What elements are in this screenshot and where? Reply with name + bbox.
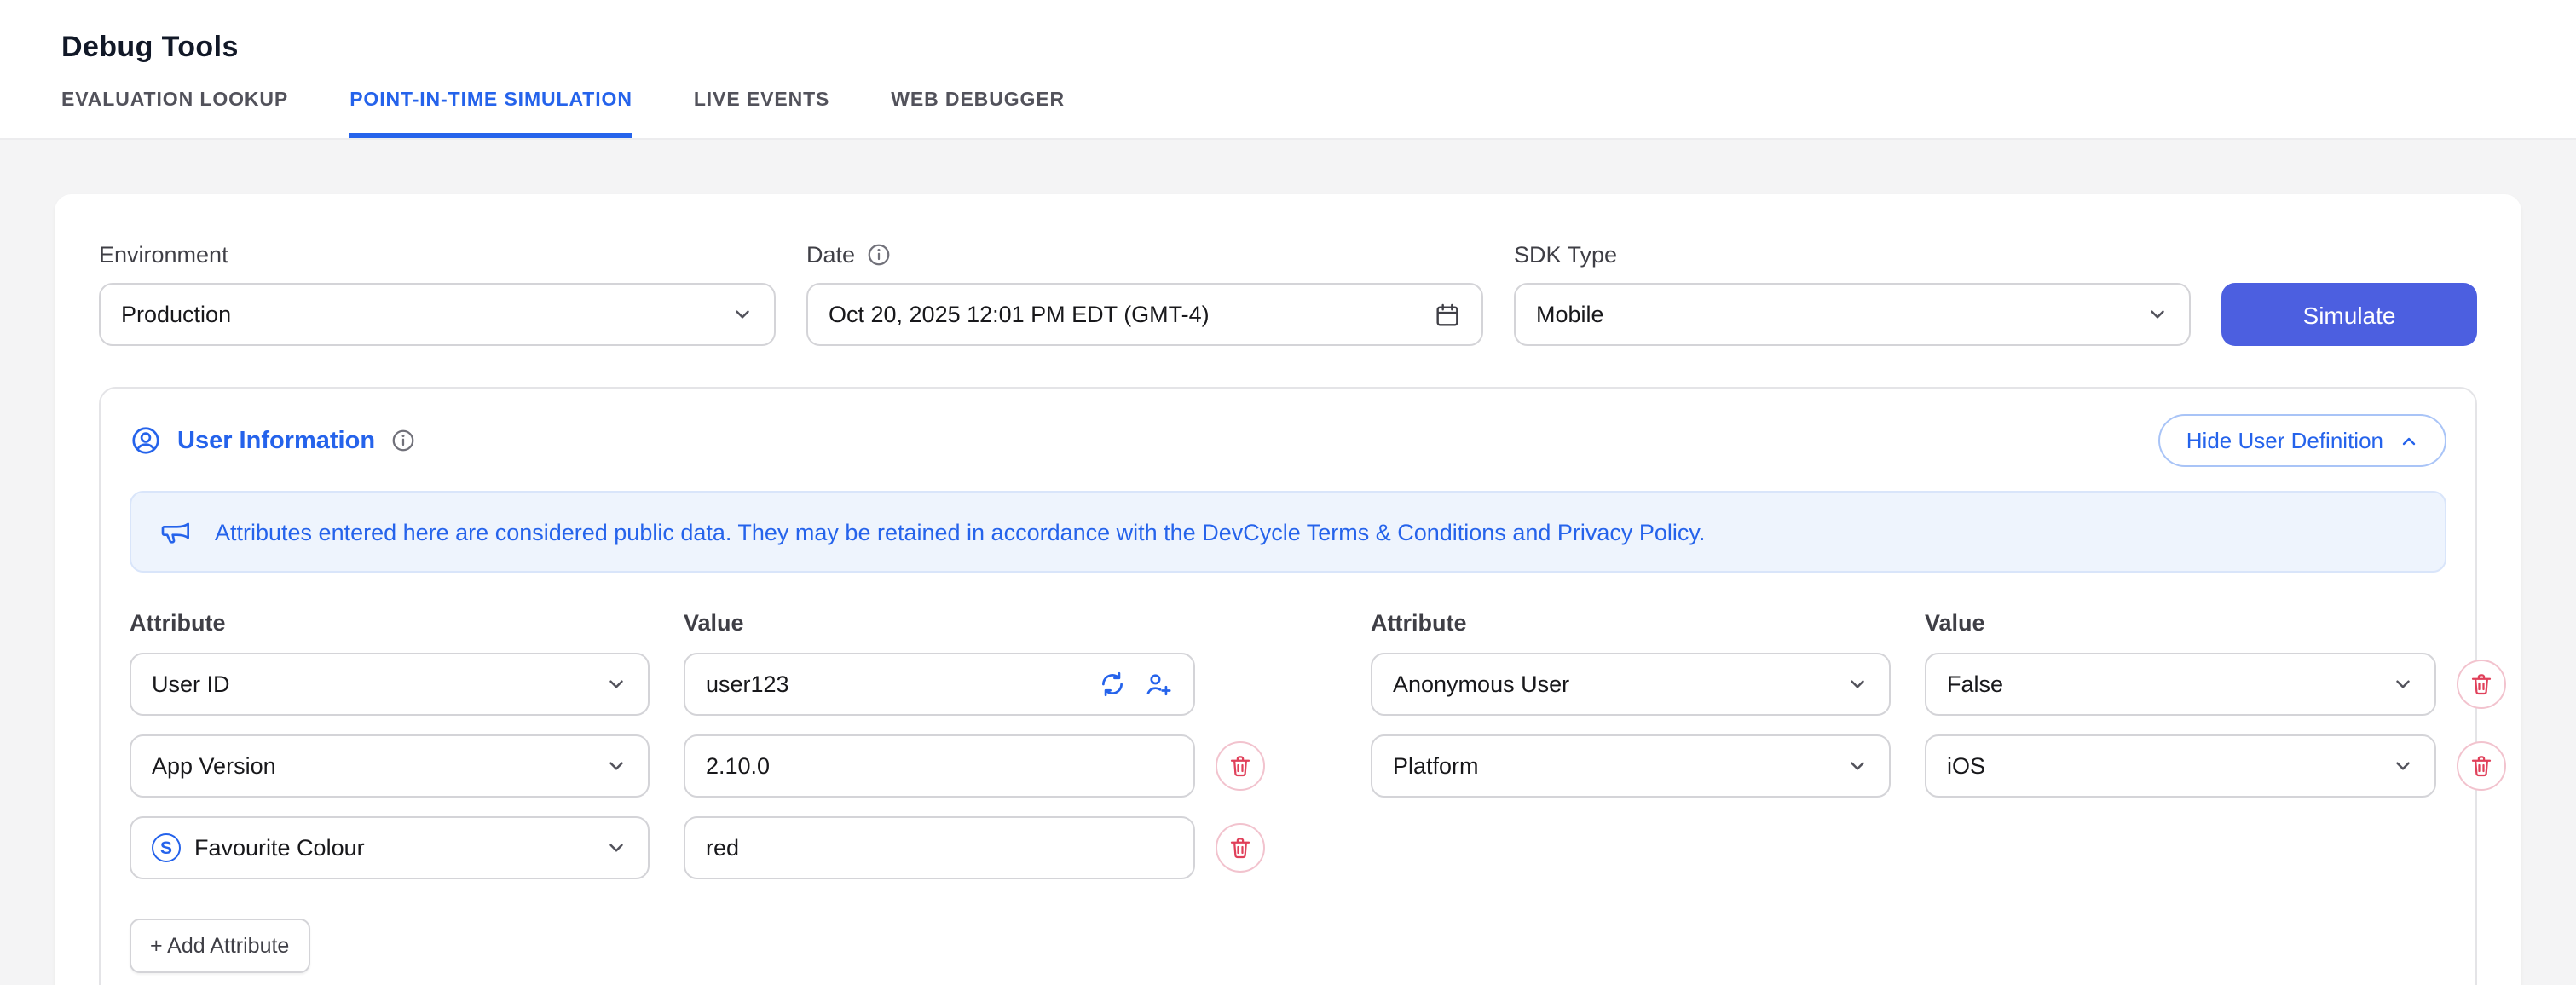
user-information-title-wrap: User Information [130,424,416,457]
user-information-section: User Information Hide User Definition [99,387,2477,985]
platform-attribute-value: Platform [1393,753,1479,779]
simulation-card: Environment Production Date [55,194,2521,985]
favourite-colour-attribute-value: Favourite Colour [194,835,365,861]
chevron-down-icon [2392,755,2414,777]
attribute-row-anonymous-user: Anonymous User False [1371,653,2506,716]
favourite-colour-attribute-select[interactable]: S Favourite Colour [130,816,650,879]
chevron-down-icon [731,303,754,325]
chevron-down-icon [605,755,627,777]
app-version-attribute-select[interactable]: App Version [130,734,650,798]
favourite-colour-value-input[interactable] [706,835,1173,861]
chevron-down-icon [605,837,627,859]
attribute-column-header: Attribute [130,610,684,636]
megaphone-icon [159,515,193,549]
sdk-type-value: Mobile [1536,302,1604,327]
user-information-title: User Information [177,427,375,454]
sdk-type-label: SDK Type [1514,242,2191,268]
tab-live-events[interactable]: LIVE EVENTS [694,90,829,138]
user-id-attribute-select[interactable]: User ID [130,653,650,716]
string-type-icon: S [152,833,181,862]
user-id-attribute-value: User ID [152,671,230,697]
simulate-button[interactable]: Simulate [2221,283,2477,346]
anonymous-user-value: False [1947,671,2003,697]
app-version-attribute-value: App Version [152,753,276,779]
attributes-area: Attribute Value User ID [130,610,2446,973]
regenerate-user-id-button[interactable] [1098,670,1127,699]
tab-web-debugger[interactable]: WEB DEBUGGER [891,90,1065,138]
public-data-notice: Attributes entered here are considered p… [130,491,2446,573]
favourite-colour-select-content: S Favourite Colour [152,833,365,862]
page-root: Debug Tools EVALUATION LOOKUP POINT-IN-T… [0,0,2576,985]
simulation-form-row: Environment Production Date [99,242,2477,346]
tab-bar: EVALUATION LOOKUP POINT-IN-TIME SIMULATI… [61,90,2515,138]
attributes-left-group: Attribute Value User ID [130,610,1265,973]
tab-evaluation-lookup[interactable]: EVALUATION LOOKUP [61,90,288,138]
add-user-button[interactable] [1144,670,1173,699]
user-id-value-field [684,653,1195,716]
hide-user-definition-label: Hide User Definition [2186,428,2383,453]
user-circle-icon [130,424,162,457]
platform-attribute-select[interactable]: Platform [1371,734,1891,798]
info-icon[interactable] [390,428,416,453]
date-field: Date Oct 20, 2025 12:01 PM EDT (GMT-4) [806,242,1483,346]
delete-anonymous-user-button[interactable] [2457,660,2506,709]
left-column-headers: Attribute Value [130,610,1265,636]
delete-app-version-button[interactable] [1216,741,1265,791]
attributes-right-group: Attribute Value Anonymous User [1371,610,2506,816]
attribute-row-favourite-colour: S Favourite Colour [130,816,1265,879]
sdk-type-select[interactable]: Mobile [1514,283,2191,346]
attribute-row-app-version: App Version [130,734,1265,798]
info-icon[interactable] [865,242,891,268]
attribute-row-platform: Platform iOS [1371,734,2506,798]
value-column-header: Value [684,610,1238,636]
attribute-column-header: Attribute [1371,610,1925,636]
environment-field: Environment Production [99,242,776,346]
environment-select[interactable]: Production [99,283,776,346]
hide-user-definition-button[interactable]: Hide User Definition [2159,414,2446,467]
sdk-type-field: SDK Type Mobile [1514,242,2191,346]
delete-platform-button[interactable] [2457,741,2506,791]
calendar-icon [1434,301,1461,328]
favourite-colour-value-field [684,816,1195,879]
chevron-down-icon [2392,673,2414,695]
platform-value-select[interactable]: iOS [1925,734,2436,798]
value-column-header: Value [1925,610,2479,636]
page-title: Debug Tools [61,31,2515,65]
public-data-notice-text: Attributes entered here are considered p… [215,519,1705,544]
anonymous-user-attribute-select[interactable]: Anonymous User [1371,653,1891,716]
page-header: Debug Tools EVALUATION LOOKUP POINT-IN-T… [0,0,2576,140]
environment-value: Production [121,302,231,327]
tab-point-in-time-simulation[interactable]: POINT-IN-TIME SIMULATION [349,90,632,138]
chevron-down-icon [2146,303,2169,325]
environment-label: Environment [99,242,776,268]
anonymous-user-value-select[interactable]: False [1925,653,2436,716]
chevron-down-icon [605,673,627,695]
right-column-headers: Attribute Value [1371,610,2506,636]
date-label-wrap: Date [806,242,1483,268]
add-attribute-button[interactable]: + Add Attribute [130,919,309,973]
anonymous-user-attribute-value: Anonymous User [1393,671,1569,697]
date-value: Oct 20, 2025 12:01 PM EDT (GMT-4) [829,302,1210,327]
attribute-row-user-id: User ID [130,653,1265,716]
platform-value: iOS [1947,753,1985,779]
chevron-down-icon [1846,755,1868,777]
chevron-up-icon [2399,430,2419,451]
main-content: Environment Production Date [0,140,2576,985]
user-information-header: User Information Hide User Definition [130,414,2446,467]
delete-favourite-colour-button[interactable] [1216,823,1265,873]
date-picker-input[interactable]: Oct 20, 2025 12:01 PM EDT (GMT-4) [806,283,1483,346]
user-id-value-input[interactable] [706,671,1081,697]
app-version-value-input[interactable] [706,753,1173,779]
date-label: Date [806,242,855,268]
app-version-value-field [684,734,1195,798]
chevron-down-icon [1846,673,1868,695]
